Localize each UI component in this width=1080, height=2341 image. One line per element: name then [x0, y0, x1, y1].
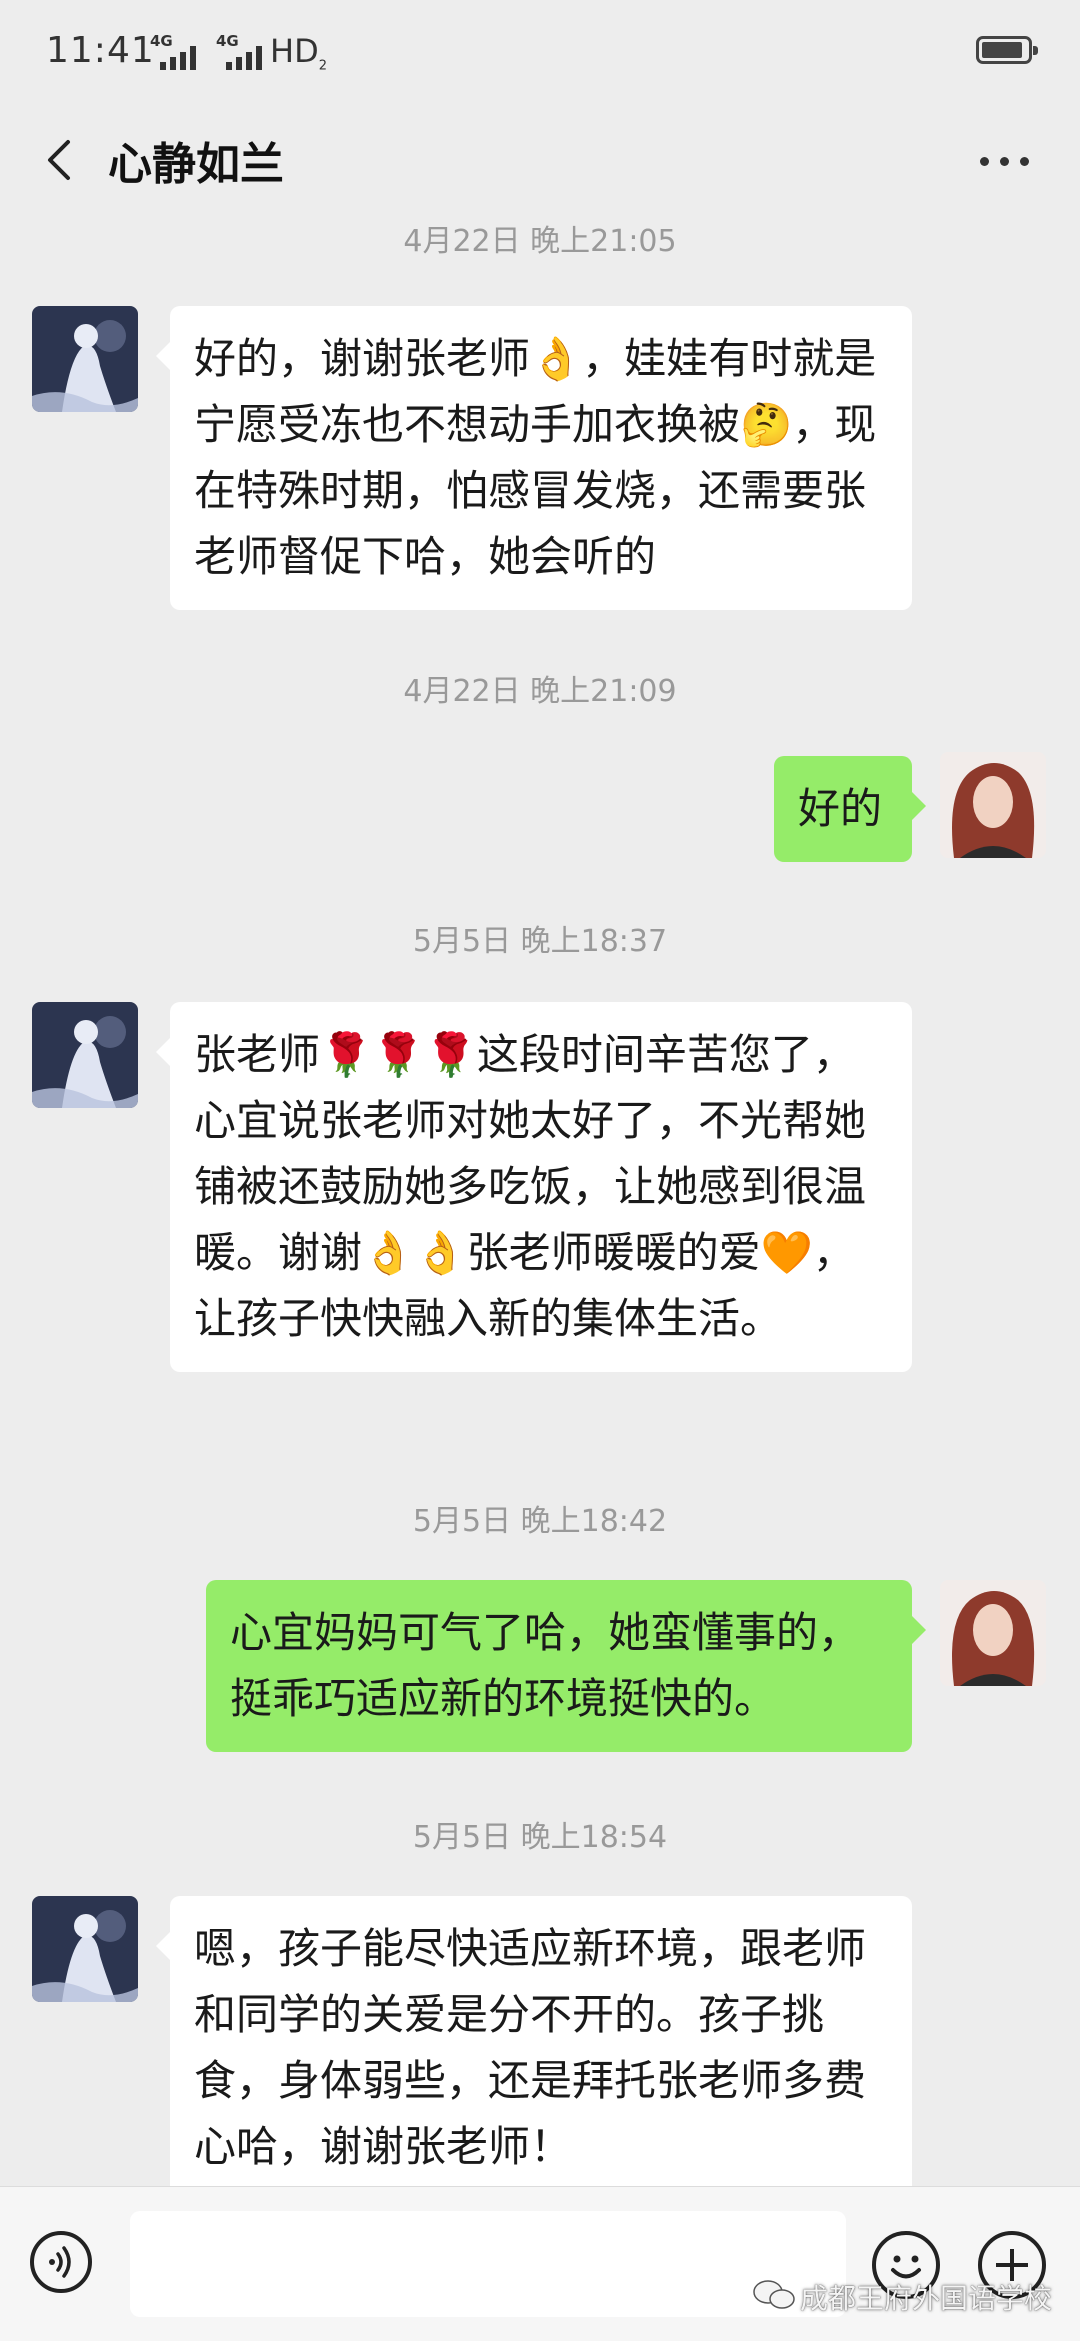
self-avatar[interactable]	[940, 752, 1046, 858]
timestamp: 4月22日 晚上21:05	[403, 224, 677, 259]
chat-header: 心静如兰	[0, 106, 1080, 216]
outgoing-message[interactable]: 心宜妈妈可气了哈，她蛮懂事的，挺乖巧适应新的环境挺快的。	[206, 1580, 926, 1752]
chevron-left-icon	[48, 140, 70, 180]
voice-button[interactable]	[30, 2231, 92, 2293]
back-button[interactable]	[30, 130, 90, 190]
hd-indicator: HD2	[270, 32, 327, 74]
contact-avatar[interactable]	[32, 1002, 138, 1108]
battery-icon	[976, 36, 1038, 64]
status-bar: 11:41 4G 4G HD2	[0, 0, 1080, 106]
signal-icon-2: 4G	[216, 32, 262, 72]
chat-title: 心静如兰	[108, 139, 284, 190]
incoming-message[interactable]: 张老师🌹🌹🌹这段时间辛苦您了，心宜说张老师对她太好了，不光帮她铺被还鼓励她多吃饭…	[156, 1002, 912, 1372]
chat-area[interactable]: 4月22日 晚上21:05 好的，谢谢张老师👌，娃娃有时就是宁愿受冻也不想动手加…	[0, 216, 1080, 2186]
timestamp: 4月22日 晚上21:09	[403, 674, 677, 709]
status-time: 11:41	[46, 30, 155, 71]
contact-avatar[interactable]	[32, 306, 138, 412]
outgoing-message[interactable]: 好的	[774, 756, 926, 862]
signal-icon-1: 4G	[150, 32, 196, 72]
input-bar: 成都王府外国语学校	[0, 2186, 1080, 2341]
timestamp: 5月5日 晚上18:42	[412, 1504, 668, 1539]
timestamp: 5月5日 晚上18:37	[412, 924, 668, 959]
timestamp: 5月5日 晚上18:54	[412, 1820, 668, 1855]
more-button[interactable]	[970, 130, 1040, 190]
message-input[interactable]	[130, 2211, 846, 2317]
voice-icon	[49, 2246, 71, 2278]
watermark: 成都王府外国语学校	[800, 2282, 1053, 2315]
contact-avatar[interactable]	[32, 1896, 138, 2002]
self-avatar[interactable]	[940, 1580, 1046, 1686]
incoming-message[interactable]: 好的，谢谢张老师👌，娃娃有时就是宁愿受冻也不想动手加衣换被🤔，现在特殊时期，怕感…	[156, 306, 912, 610]
wechat-logo-icon	[753, 2280, 795, 2309]
more-dots-icon	[980, 157, 989, 166]
incoming-message[interactable]: 嗯，孩子能尽快适应新环境，跟老师和同学的关爱是分不开的。孩子挑食，身体弱些，还是…	[156, 1896, 912, 2186]
